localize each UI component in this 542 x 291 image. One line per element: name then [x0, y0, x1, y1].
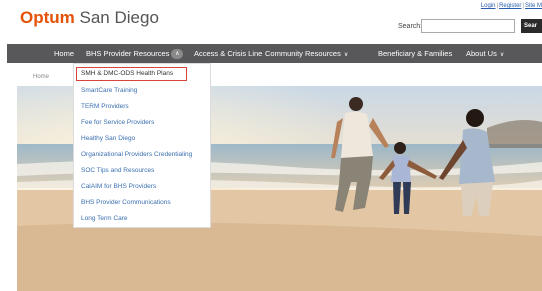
search-button[interactable]: Sear: [521, 19, 542, 33]
nav-community-label: Community Resources: [265, 49, 341, 58]
nav-home-label: Home: [54, 49, 75, 58]
top-links: Login|Register|Site M: [480, 3, 542, 9]
site-map-link[interactable]: Site M: [525, 3, 542, 9]
nav-access-label: Access & Crisis Line: [194, 49, 263, 58]
nav-about-label: About Us: [466, 49, 497, 58]
dropdown-item-label: SMH & DMC-ODS Health Plans: [81, 70, 174, 77]
dropdown-item-smartcare-training[interactable]: SmartCare Training: [81, 87, 137, 94]
nav-access-crisis-line[interactable]: Access & Crisis Line: [194, 49, 262, 58]
site-header: Optum San Diego Login|Register|Site M Se…: [0, 0, 542, 44]
breadcrumb-home[interactable]: Home: [33, 74, 49, 80]
search-input[interactable]: [421, 19, 515, 33]
dropdown-item-long-term-care[interactable]: Long Term Care: [81, 215, 128, 222]
brand-location: San Diego: [79, 8, 159, 27]
dropdown-item-smh-dmc-ods[interactable]: SMH & DMC-ODS Health Plans: [76, 67, 187, 81]
dropdown-item-healthy-san-diego[interactable]: Healthy San Diego: [81, 135, 135, 142]
bhs-resources-dropdown: SMH & DMC-ODS Health Plans SmartCare Tra…: [73, 63, 211, 228]
dropdown-item-fee-for-service[interactable]: Fee for Service Providers: [81, 119, 154, 126]
dropdown-item-communications[interactable]: BHS Provider Communications: [81, 199, 171, 206]
nav-home[interactable]: Home: [54, 49, 74, 58]
chevron-down-icon: ∨: [499, 52, 505, 58]
main-nav: Home BHS Provider Resources ∧ Access & Cr…: [7, 44, 542, 63]
nav-bhs-provider-resources[interactable]: BHS Provider Resources ∧: [86, 49, 184, 60]
login-link[interactable]: Login: [481, 3, 496, 9]
nav-community-resources[interactable]: Community Resources ∨: [265, 49, 348, 58]
nav-about-us[interactable]: About Us ∨: [466, 49, 504, 58]
brand-name: Optum: [20, 8, 75, 27]
dropdown-item-term-providers[interactable]: TERM Providers: [81, 103, 129, 110]
nav-beneficiary-label: Beneficiary & Families: [378, 49, 453, 58]
chevron-up-icon: ∧: [171, 49, 184, 60]
dropdown-item-credentialing[interactable]: Organizational Providers Credentialing: [81, 151, 192, 158]
dropdown-item-soc-tips[interactable]: SOC Tips and Resources: [81, 167, 154, 174]
register-link[interactable]: Register: [499, 3, 521, 9]
chevron-down-icon: ∨: [343, 52, 349, 58]
breadcrumb: Home: [33, 74, 49, 80]
search-label: Search:: [398, 23, 423, 30]
brand-logo[interactable]: Optum San Diego: [20, 8, 159, 28]
nav-bhs-label: BHS Provider Resources: [86, 49, 170, 58]
nav-beneficiary-families[interactable]: Beneficiary & Families: [378, 49, 452, 58]
dropdown-item-calaim[interactable]: CalAIM for BHS Providers: [81, 183, 156, 190]
